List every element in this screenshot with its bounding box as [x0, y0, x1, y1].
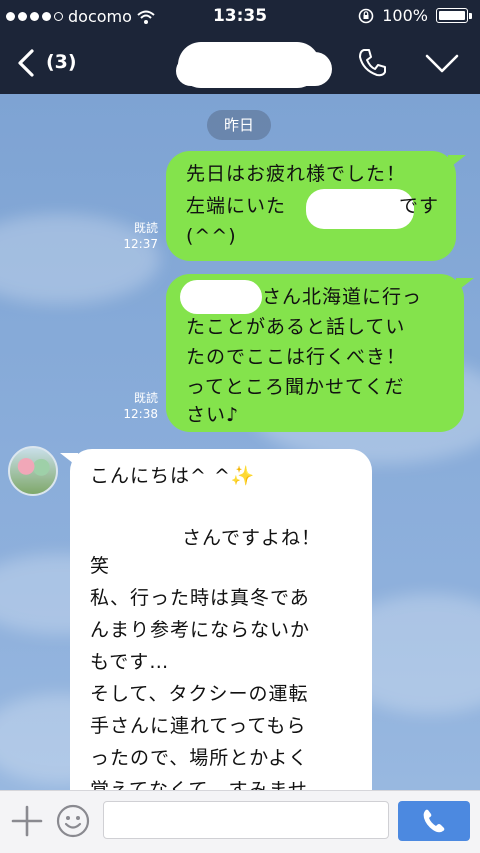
message-line: さい♪: [186, 404, 240, 426]
message-line: です: [399, 195, 440, 217]
message-line: 私、行った時は真冬であ: [90, 587, 310, 609]
message-meta: 既読 12:37: [108, 220, 158, 252]
outgoing-message[interactable]: さん北海道に行っ たことがあると話してい たのでここは行くべき！ ってところ聞か…: [166, 274, 474, 432]
message-line: (^^): [186, 225, 237, 247]
redacted-name: [306, 189, 414, 229]
message-line: 手さんに連れてってもら: [90, 715, 307, 737]
read-label: 既読: [133, 391, 158, 405]
back-chevron-icon[interactable]: [12, 48, 42, 78]
chat-area[interactable]: 昨日 既読 12:37 先日はお疲れ様でした！ 左端にいた です (^^) 既読…: [0, 94, 480, 790]
message-line: んまり参考にならないか: [90, 619, 311, 641]
message-input-bar: [0, 790, 480, 853]
phone-call-icon: [423, 809, 445, 833]
message-line: 覚えてなくて…すみませ: [90, 779, 308, 790]
message-line: さんですよね！: [182, 527, 322, 549]
incoming-message[interactable]: こんにちは^ ^✨ さんですよね！ 笑 私、行った時は真冬であ んまり参考になら…: [60, 449, 372, 790]
unread-count[interactable]: (3): [46, 51, 77, 73]
call-button[interactable]: [398, 801, 470, 841]
message-time: 12:38: [123, 407, 158, 421]
message-line: さん北海道に行っ: [262, 286, 423, 308]
phone-icon[interactable]: [355, 46, 389, 80]
message-line: もです…: [90, 651, 170, 673]
message-line: そして、タクシーの運転: [90, 683, 309, 705]
outgoing-message[interactable]: 先日はお疲れ様でした！ 左端にいた です (^^): [166, 151, 466, 261]
message-meta: 既読 12:38: [108, 390, 158, 422]
battery-percent: 100%: [382, 6, 428, 25]
message-line: ってところ聞かせてくだ: [186, 376, 405, 398]
date-separator: 昨日: [207, 110, 271, 140]
chat-header: (3): [0, 34, 480, 94]
message-line: こんにちは^ ^✨: [90, 465, 256, 487]
orientation-lock-icon: [358, 8, 374, 23]
message-line: 左端にいた: [186, 195, 287, 217]
contact-name-redacted: [178, 42, 320, 88]
message-line: たのでここは行くべき！: [186, 346, 407, 368]
status-bar: docomo 13:35 100%: [0, 0, 480, 34]
message-input[interactable]: [103, 801, 389, 839]
plus-icon[interactable]: [10, 804, 44, 838]
redacted-name: [180, 280, 262, 314]
emoji-icon[interactable]: [55, 803, 91, 839]
read-label: 既読: [133, 221, 158, 235]
battery-icon: [436, 8, 468, 23]
message-time: 12:37: [123, 237, 158, 251]
chevron-down-icon[interactable]: [424, 48, 460, 78]
message-line: ったので、場所とかよく: [90, 747, 309, 769]
message-line: たことがあると話してい: [186, 316, 406, 338]
avatar[interactable]: [8, 446, 58, 496]
message-line: 先日はお疲れ様でした！: [186, 163, 407, 185]
message-line: 笑: [90, 555, 111, 577]
